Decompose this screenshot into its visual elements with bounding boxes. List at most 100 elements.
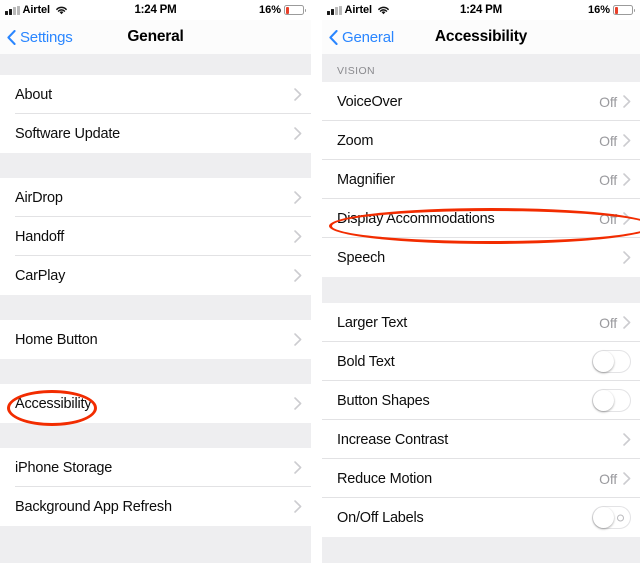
list-item[interactable]: About bbox=[0, 75, 311, 114]
section-gap bbox=[322, 537, 640, 563]
list-item-accessory bbox=[592, 389, 640, 412]
settings-group: VoiceOver Off Zoom Off Magnifier Off Display A… bbox=[322, 82, 640, 277]
chevron-left-icon bbox=[7, 29, 16, 45]
list-item-label: CarPlay bbox=[15, 267, 66, 284]
chevron-right-icon bbox=[623, 316, 631, 329]
settings-list-left[interactable]: About Software Update AirDrop Handoff CarPla… bbox=[0, 54, 311, 563]
list-item-accessory bbox=[592, 506, 640, 529]
list-item-accessory: Off bbox=[599, 315, 640, 331]
chevron-right-icon bbox=[623, 95, 631, 108]
list-item[interactable]: Button Shapes bbox=[322, 381, 640, 420]
status-clock-left: 1:24 PM bbox=[134, 4, 177, 16]
list-item[interactable]: Larger Text Off bbox=[322, 303, 640, 342]
list-item[interactable]: Bold Text bbox=[322, 342, 640, 381]
chevron-right-icon bbox=[294, 500, 302, 513]
list-item-accessory bbox=[294, 333, 311, 346]
nav-bar-left: Settings General bbox=[0, 20, 311, 54]
settings-group: Larger Text Off Bold Text Button Shapes Incr… bbox=[322, 303, 640, 537]
list-item-accessory bbox=[592, 350, 640, 373]
settings-group: iPhone Storage Background App Refresh bbox=[0, 448, 311, 526]
list-item-label: About bbox=[15, 86, 52, 103]
list-item[interactable]: VoiceOver Off bbox=[322, 82, 640, 121]
list-item[interactable]: Background App Refresh bbox=[0, 487, 311, 526]
list-item-label: Handoff bbox=[15, 228, 65, 245]
list-item[interactable]: Zoom Off bbox=[322, 121, 640, 160]
list-item[interactable]: iPhone Storage bbox=[0, 448, 311, 487]
settings-group: About Software Update bbox=[0, 75, 311, 153]
list-item-accessory bbox=[294, 191, 311, 204]
settings-group: AirDrop Handoff CarPlay bbox=[0, 178, 311, 295]
section-gap bbox=[0, 153, 311, 178]
list-item[interactable]: On/Off Labels bbox=[322, 498, 640, 537]
status-bar-left: Airtel 1:24 PM 16% bbox=[0, 0, 311, 20]
list-item-label: Increase Contrast bbox=[337, 431, 449, 448]
back-button-right[interactable]: General bbox=[322, 29, 394, 46]
battery-low-icon bbox=[284, 5, 306, 15]
back-button-label: Settings bbox=[20, 28, 73, 46]
list-item-label: AirDrop bbox=[15, 189, 63, 206]
list-item[interactable]: Software Update bbox=[0, 114, 311, 153]
list-item-label: iPhone Storage bbox=[15, 459, 113, 476]
list-item-accessory: Off bbox=[599, 211, 640, 227]
toggle-button-shapes[interactable] bbox=[592, 389, 631, 412]
list-item[interactable]: Magnifier Off bbox=[322, 160, 640, 199]
section-gap bbox=[0, 526, 311, 563]
settings-group: Accessibility bbox=[0, 384, 311, 423]
list-item-accessory bbox=[294, 397, 311, 410]
chevron-left-icon bbox=[329, 29, 338, 45]
list-item[interactable]: Display Accommodations Off bbox=[322, 199, 640, 238]
chevron-right-icon bbox=[623, 251, 631, 264]
row-value: Off bbox=[599, 210, 617, 227]
list-item-accessory bbox=[294, 500, 311, 513]
list-item-accessory: Off bbox=[599, 133, 640, 149]
chevron-right-icon bbox=[623, 134, 631, 147]
list-item-accessory bbox=[623, 433, 640, 446]
list-item[interactable]: AirDrop bbox=[0, 178, 311, 217]
off-label-icon bbox=[617, 514, 624, 521]
screenshot-pair: Airtel 1:24 PM 16% Settings General About Soft… bbox=[0, 0, 640, 563]
list-item-accessory bbox=[294, 461, 311, 474]
list-item-accessory bbox=[294, 127, 311, 140]
back-button-label: General bbox=[342, 28, 394, 46]
row-value: Off bbox=[599, 93, 617, 110]
list-item-accessory bbox=[294, 230, 311, 243]
list-item-label: Speech bbox=[337, 249, 385, 266]
list-item-label: On/Off Labels bbox=[337, 509, 424, 526]
list-item-accessory bbox=[294, 269, 311, 282]
list-item[interactable]: Increase Contrast bbox=[322, 420, 640, 459]
section-gap bbox=[0, 423, 311, 448]
section-gap bbox=[0, 359, 311, 384]
settings-accessibility-screen: Airtel 1:24 PM 16% General Accessibility VISI… bbox=[322, 0, 640, 563]
chevron-right-icon bbox=[623, 173, 631, 186]
toggle-bold-text[interactable] bbox=[592, 350, 631, 373]
section-gap bbox=[322, 54, 640, 65]
list-item[interactable]: Handoff bbox=[0, 217, 311, 256]
chevron-right-icon bbox=[294, 333, 302, 346]
list-item[interactable]: Reduce Motion Off bbox=[322, 459, 640, 498]
list-item-label: Magnifier bbox=[337, 171, 395, 188]
list-item-accessory: Off bbox=[599, 172, 640, 188]
chevron-right-icon bbox=[294, 127, 302, 140]
list-item[interactable]: Accessibility bbox=[0, 384, 311, 423]
back-button-left[interactable]: Settings bbox=[0, 29, 73, 46]
chevron-right-icon bbox=[294, 230, 302, 243]
list-item-accessory: Off bbox=[599, 94, 640, 110]
list-item-label: Reduce Motion bbox=[337, 470, 432, 487]
status-bar-right: Airtel 1:24 PM 16% bbox=[322, 0, 640, 20]
list-item[interactable]: Speech bbox=[322, 238, 640, 277]
status-clock-right: 1:24 PM bbox=[459, 4, 503, 16]
list-item[interactable]: Home Button bbox=[0, 320, 311, 359]
list-item-label: VoiceOver bbox=[337, 93, 403, 110]
section-gap bbox=[0, 295, 311, 320]
chevron-right-icon bbox=[294, 269, 302, 282]
list-item-label: Button Shapes bbox=[337, 392, 430, 409]
settings-list-right[interactable]: VISION VoiceOver Off Zoom Off Magnifier Off Dis… bbox=[322, 54, 640, 563]
list-item-label: Display Accommodations bbox=[337, 210, 495, 227]
list-item[interactable]: CarPlay bbox=[0, 256, 311, 295]
list-item-label: Software Update bbox=[15, 125, 121, 142]
settings-general-screen: Airtel 1:24 PM 16% Settings General About Soft… bbox=[0, 0, 311, 563]
list-item-accessory bbox=[294, 88, 311, 101]
toggle-on-off-labels[interactable] bbox=[592, 506, 631, 529]
list-item-label: Home Button bbox=[15, 331, 98, 348]
chevron-right-icon bbox=[623, 472, 631, 485]
